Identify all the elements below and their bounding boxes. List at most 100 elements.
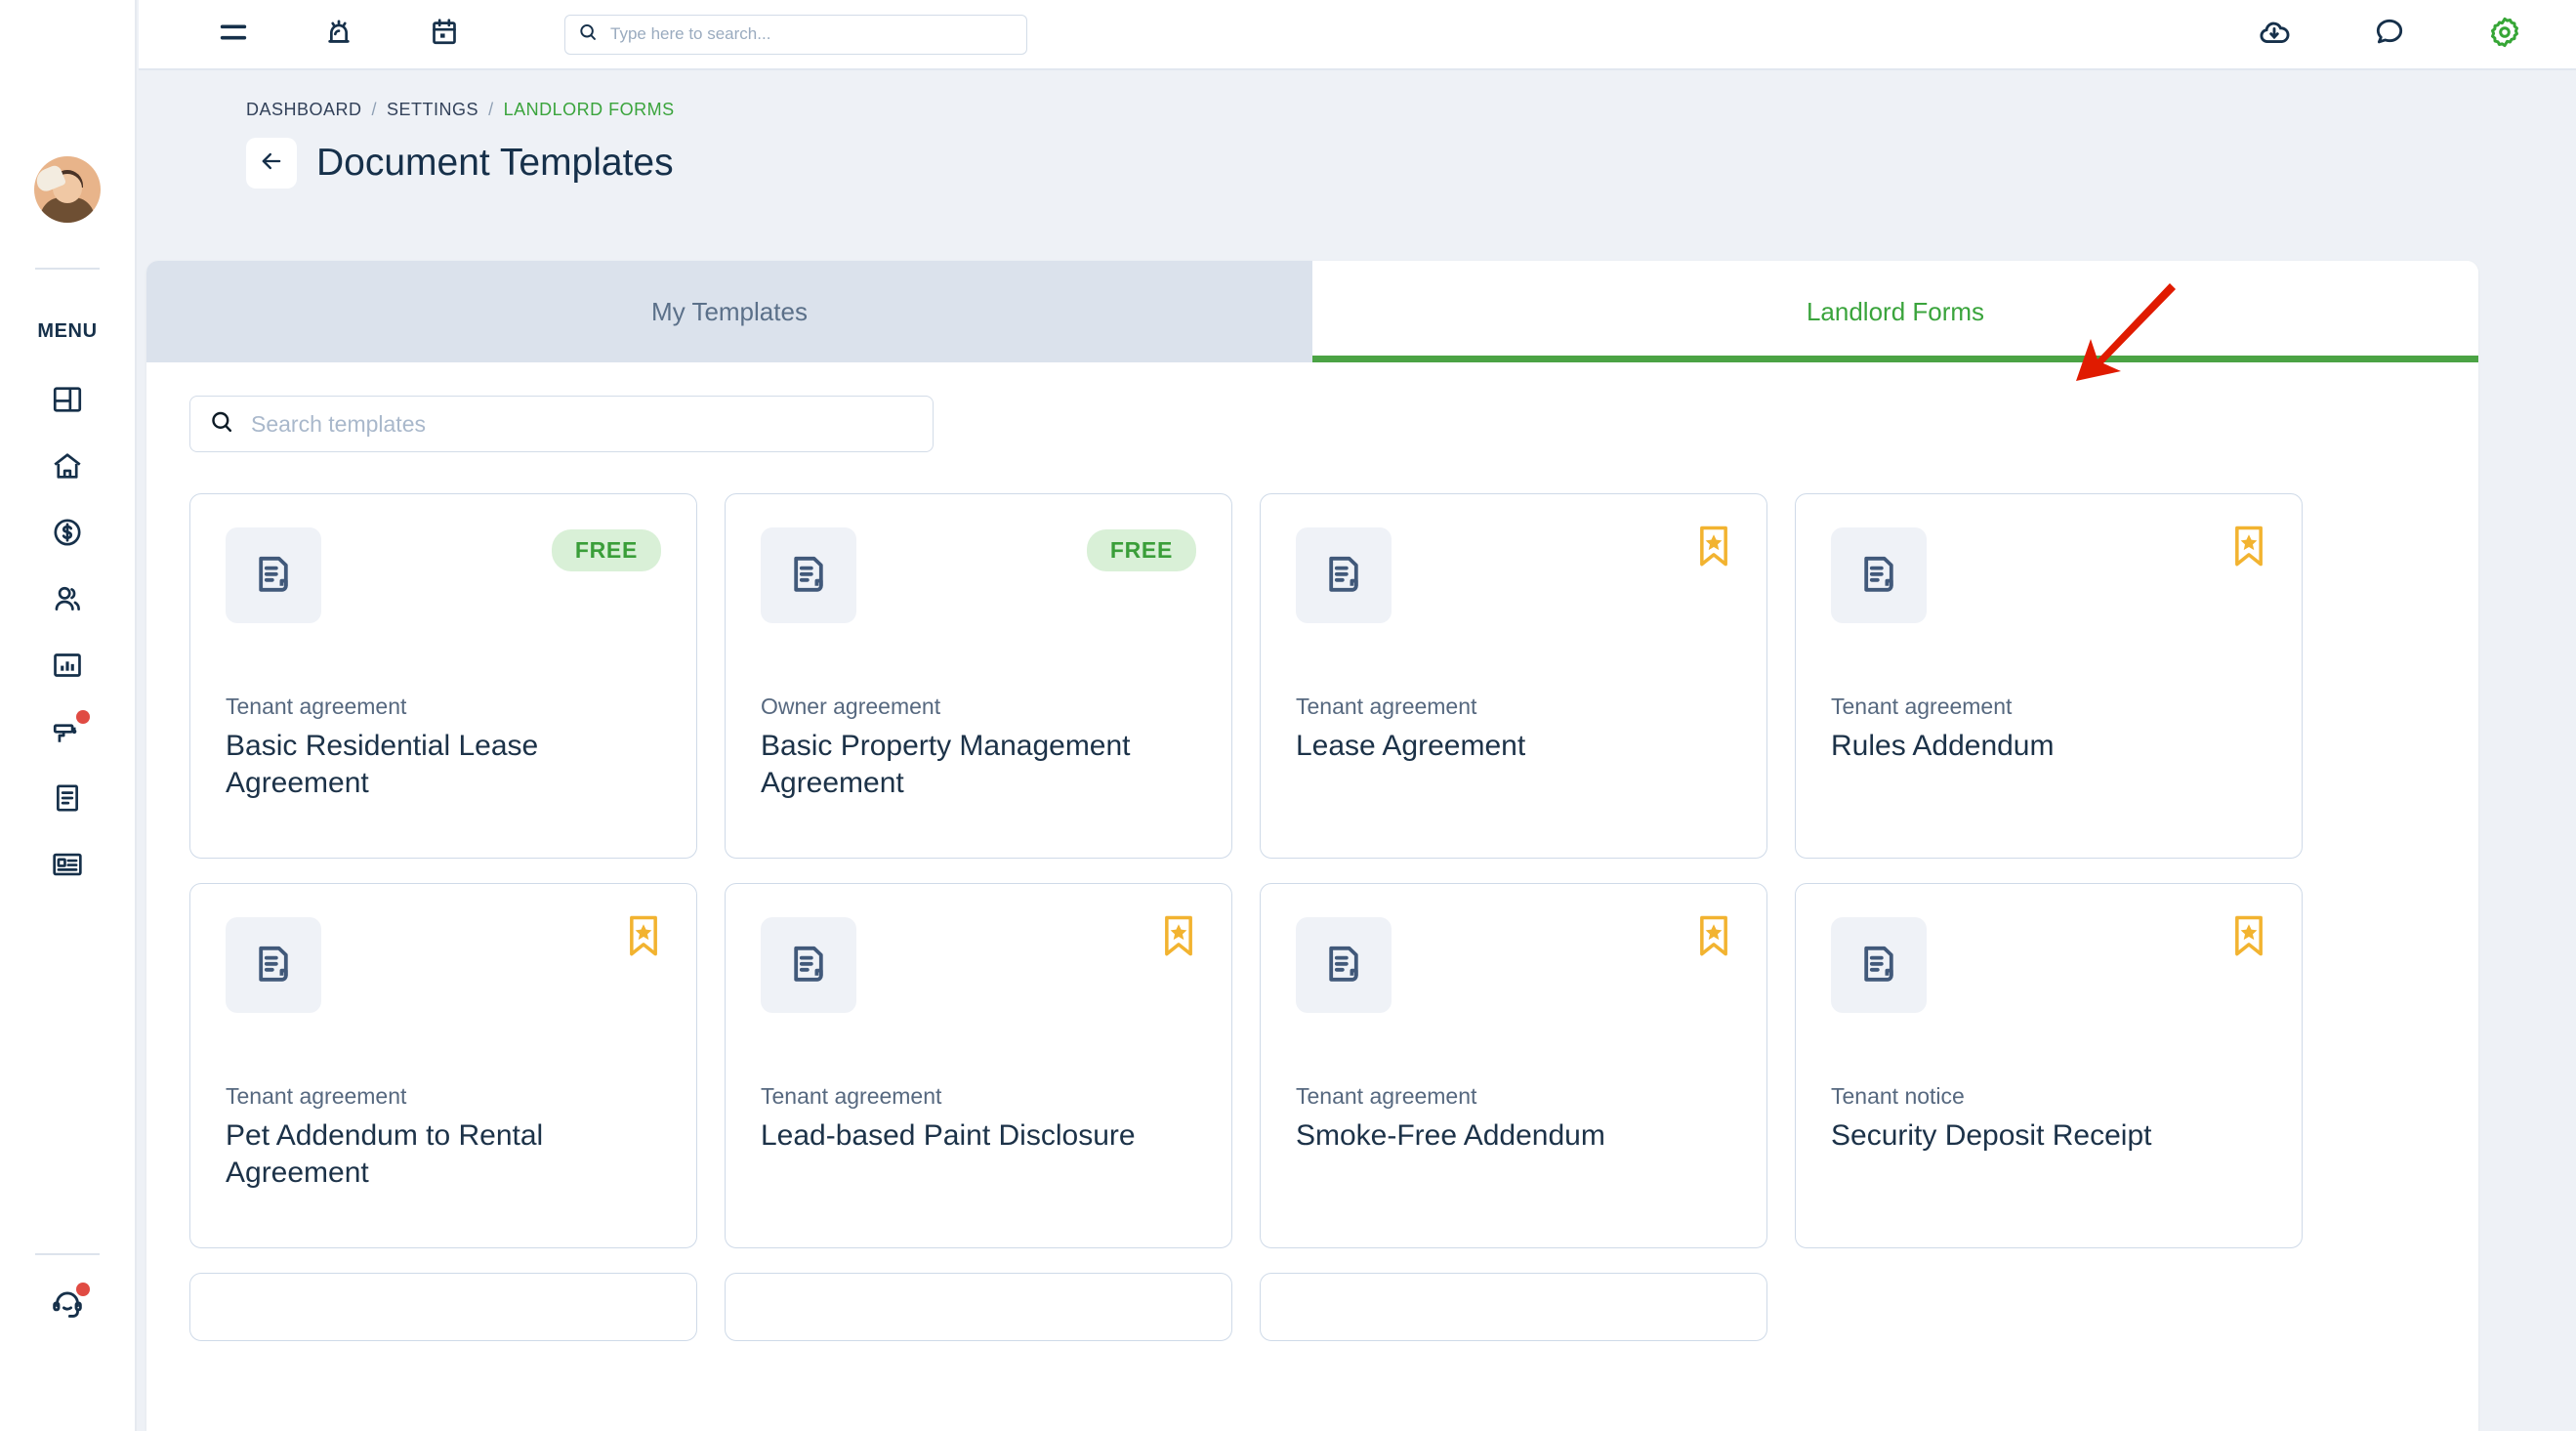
template-card[interactable]: FREE Owner agreement Basic Property Mana… xyxy=(725,493,1232,859)
template-search[interactable] xyxy=(189,396,934,452)
document-template-icon xyxy=(761,917,856,1013)
sidebar-item-listings[interactable] xyxy=(28,839,106,890)
template-card-title: Lead-based Paint Disclosure xyxy=(761,1119,1136,1152)
notification-dot-support xyxy=(76,1283,90,1296)
document-template-icon xyxy=(1831,527,1927,623)
template-card-title: Rules Addendum xyxy=(1831,730,2055,762)
template-card-title: Pet Addendum to Rental Agreement xyxy=(226,1119,544,1190)
template-card-meta: Tenant agreement Lease Agreement xyxy=(1296,694,1731,765)
sidebar-item-documents[interactable] xyxy=(28,773,106,823)
document-icon xyxy=(51,781,84,815)
template-card[interactable]: FREE Tenant agreement Basic Residential … xyxy=(189,493,697,859)
template-card-title: Security Deposit Receipt xyxy=(1831,1119,2152,1152)
template-card[interactable] xyxy=(189,1273,697,1341)
sidebar-item-maintenance[interactable] xyxy=(28,706,106,757)
download-button[interactable] xyxy=(2246,6,2303,63)
sidebar-bottom xyxy=(0,1253,135,1431)
template-card[interactable]: Tenant agreement Smoke-Free Addendum xyxy=(1260,883,1767,1248)
calendar-button[interactable] xyxy=(416,6,473,63)
template-card-meta: Owner agreement Basic Property Managemen… xyxy=(761,694,1196,802)
tab-bar: My Templates Landlord Forms xyxy=(146,261,2478,362)
alarm-bell-icon xyxy=(322,16,355,54)
chat-bubble-icon xyxy=(2372,15,2407,55)
top-bar xyxy=(139,0,2576,70)
tab-my-templates[interactable]: My Templates xyxy=(146,261,1312,362)
sidebar-item-list xyxy=(28,358,106,890)
bookmark-star-icon[interactable] xyxy=(2229,525,2268,576)
calendar-icon xyxy=(428,16,461,54)
sidebar-item-dashboard[interactable] xyxy=(28,374,106,425)
topbar-right-icons xyxy=(2246,6,2533,63)
template-card[interactable] xyxy=(725,1273,1232,1341)
search-icon xyxy=(208,408,235,441)
breadcrumb: DASHBOARD / SETTINGS / LANDLORD FORMS xyxy=(246,100,2576,120)
id-card-icon xyxy=(51,848,84,881)
bookmark-star-icon[interactable] xyxy=(1694,914,1733,966)
template-card-meta: Tenant agreement Smoke-Free Addendum xyxy=(1296,1083,1731,1155)
breadcrumb-separator: / xyxy=(371,100,378,119)
template-card[interactable]: Tenant agreement Rules Addendum xyxy=(1795,493,2303,859)
sidebar-item-contacts[interactable] xyxy=(28,573,106,624)
search-icon xyxy=(577,21,599,48)
search-input[interactable] xyxy=(610,24,981,44)
document-template-icon xyxy=(1296,527,1392,623)
bookmark-star-icon[interactable] xyxy=(2229,914,2268,966)
breadcrumb-item-settings[interactable]: SETTINGS xyxy=(387,100,478,120)
back-button[interactable] xyxy=(246,138,297,189)
settings-button[interactable] xyxy=(2476,6,2533,63)
template-card[interactable]: Tenant agreement Pet Addendum to Rental … xyxy=(189,883,697,1248)
main-content: DASHBOARD / SETTINGS / LANDLORD FORMS Do… xyxy=(139,72,2576,1431)
sidebar-divider-top xyxy=(35,268,100,270)
template-card-kicker: Tenant agreement xyxy=(226,1083,407,1109)
breadcrumb-item-dashboard[interactable]: DASHBOARD xyxy=(246,100,362,120)
gear-icon xyxy=(2486,14,2523,56)
breadcrumb-separator: / xyxy=(488,100,494,119)
template-card[interactable]: Tenant agreement Lease Agreement xyxy=(1260,493,1767,859)
sidebar-item-accounting[interactable] xyxy=(28,507,106,558)
template-card-kicker: Tenant notice xyxy=(1831,1083,1965,1109)
template-card-kicker: Owner agreement xyxy=(761,694,941,719)
tab-my-templates-label: My Templates xyxy=(651,296,808,326)
template-card[interactable] xyxy=(1260,1273,1767,1341)
template-card-grid-partial xyxy=(189,1273,2435,1341)
template-card-kicker: Tenant agreement xyxy=(1831,694,2013,719)
template-card-title: Smoke-Free Addendum xyxy=(1296,1119,1605,1152)
page-header: Document Templates xyxy=(246,138,2576,189)
hamburger-menu-button[interactable] xyxy=(205,6,262,63)
template-card-meta: Tenant agreement Lead-based Paint Disclo… xyxy=(761,1083,1196,1155)
templates-panel: My Templates Landlord Forms Search templ… xyxy=(146,261,2478,1431)
bookmark-star-icon[interactable] xyxy=(1694,525,1733,576)
template-card-kicker: Tenant agreement xyxy=(761,1083,942,1109)
document-template-icon xyxy=(1296,917,1392,1013)
template-card-meta: Tenant agreement Pet Addendum to Rental … xyxy=(226,1083,661,1192)
sidebar-item-reports[interactable] xyxy=(28,640,106,691)
template-card[interactable]: Tenant agreement Lead-based Paint Disclo… xyxy=(725,883,1232,1248)
home-icon xyxy=(51,449,84,483)
global-search[interactable] xyxy=(564,14,1027,55)
template-search-input[interactable] xyxy=(251,410,876,438)
breadcrumb-item-landlord-forms[interactable]: LANDLORD FORMS xyxy=(504,100,675,120)
template-card-kicker: Tenant agreement xyxy=(1296,1083,1477,1109)
tab-landlord-forms[interactable]: Landlord Forms xyxy=(1312,261,2478,362)
template-card-meta: Tenant agreement Basic Residential Lease… xyxy=(226,694,661,802)
template-card-kicker: Tenant agreement xyxy=(1296,694,1477,719)
left-sidebar: MENU xyxy=(0,0,137,1431)
template-card-grid: FREE Tenant agreement Basic Residential … xyxy=(189,493,2435,1248)
avatar[interactable] xyxy=(34,156,101,223)
document-template-icon xyxy=(226,917,321,1013)
topbar-left-icons xyxy=(205,6,473,63)
notification-dot-maintenance xyxy=(76,710,90,724)
status-badge-free: FREE xyxy=(1086,529,1196,571)
dollar-circle-icon xyxy=(51,516,84,549)
bookmark-star-icon[interactable] xyxy=(1159,914,1198,966)
template-card-title: Lease Agreement xyxy=(1296,730,1526,762)
bookmark-star-icon[interactable] xyxy=(624,914,663,966)
template-card[interactable]: Tenant notice Security Deposit Receipt xyxy=(1795,883,2303,1248)
document-template-icon xyxy=(761,527,856,623)
chat-button[interactable] xyxy=(2361,6,2418,63)
sidebar-item-properties[interactable] xyxy=(28,441,106,491)
alarm-button[interactable] xyxy=(311,6,367,63)
template-card-title: Basic Residential Lease Agreement xyxy=(226,730,539,800)
app-root: MENU Type here to search... DASHBOARD / … xyxy=(0,0,2576,1431)
sidebar-item-support[interactable] xyxy=(28,1279,106,1329)
